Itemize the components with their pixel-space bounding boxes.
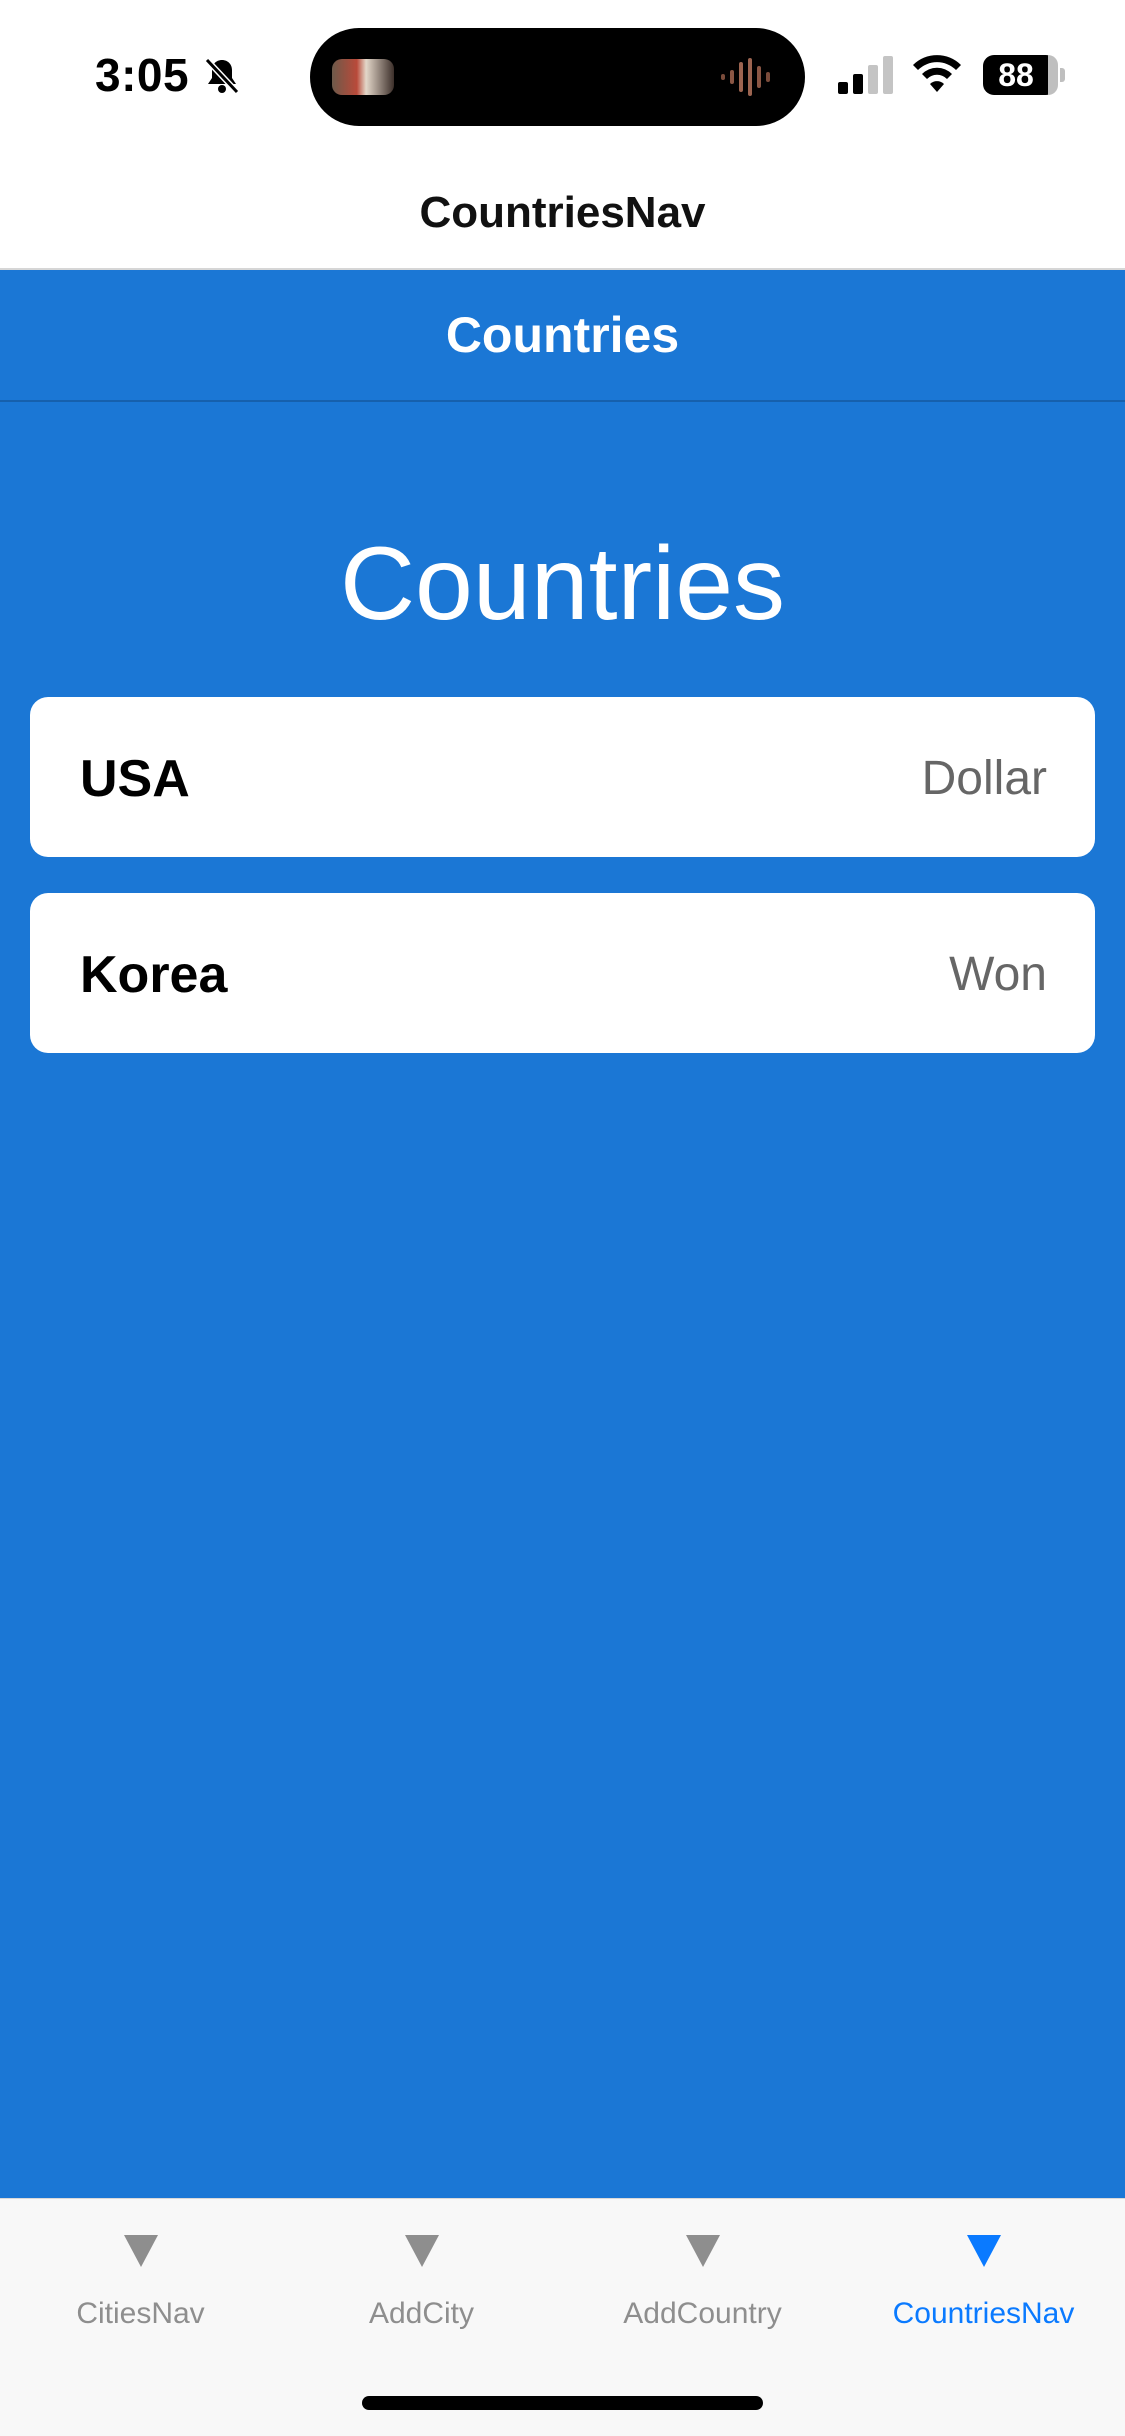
audio-waveform-icon [721,58,770,96]
bell-slash-icon [204,57,240,95]
dynamic-island[interactable] [310,28,805,126]
triangle-down-icon [404,2235,439,2267]
navigation-title: CountriesNav [419,188,706,237]
country-row[interactable]: Korea Won [30,893,1095,1053]
home-indicator[interactable] [362,2396,763,2410]
country-name: USA [80,750,190,808]
navigation-bar: CountriesNav [0,150,1125,270]
now-playing-artwork [332,59,394,95]
wifi-icon [913,55,961,92]
tab-label: AddCity [368,2297,475,2330]
tab-add-city[interactable]: AddCity [281,2199,562,2359]
tab-label: CitiesNav [76,2297,205,2330]
status-time: 3:05 [95,49,190,101]
screen-header: Countries [0,270,1125,402]
tab-countries-nav[interactable]: CountriesNav [843,2199,1124,2359]
screen-header-title: Countries [445,307,680,363]
tab-add-country[interactable]: AddCountry [562,2199,843,2359]
country-row[interactable]: USA Dollar [30,697,1095,857]
triangle-down-icon [123,2235,158,2267]
country-currency: Dollar [921,752,1047,805]
triangle-down-icon [966,2235,1001,2267]
countries-screen: Countries Countries USA Dollar Korea Won [0,270,1125,2198]
battery-level: 88 [998,57,1034,93]
tab-cities-nav[interactable]: CitiesNav [0,2199,281,2359]
cellular-signal-icon [838,56,893,94]
status-bar: 3:05 88 [0,0,1125,150]
battery-icon: 88 [983,55,1065,95]
tab-label: CountriesNav [892,2297,1075,2330]
tab-label: AddCountry [623,2297,782,2330]
country-currency: Won [949,948,1047,1001]
country-name: Korea [80,946,228,1004]
page-title: Countries [339,526,786,642]
triangle-down-icon [685,2235,720,2267]
